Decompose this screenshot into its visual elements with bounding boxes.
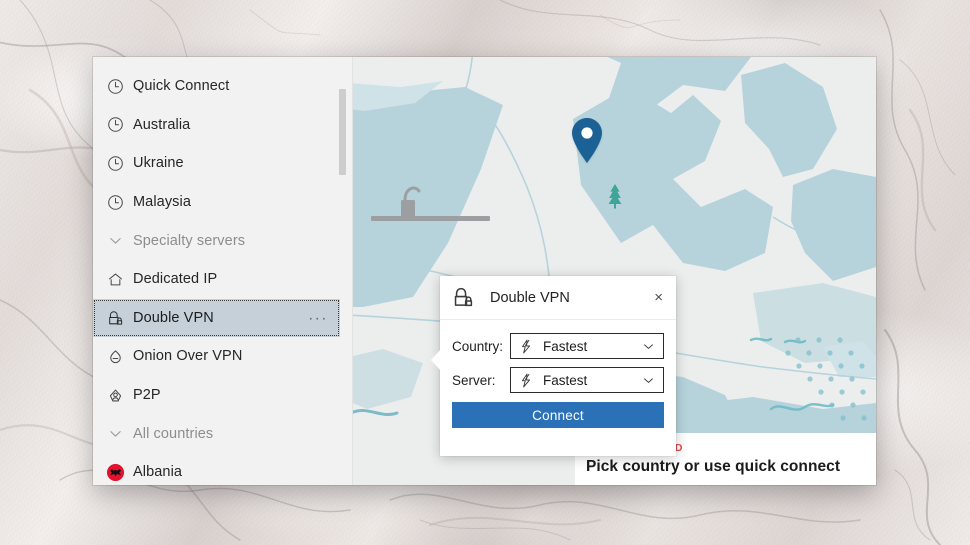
sidebar-item-double-vpn[interactable]: Double VPN ··· [93,298,340,338]
onion-icon [107,348,133,365]
sidebar-group-all-countries[interactable]: All countries [93,414,353,453]
sidebar-group-label: All countries [133,425,214,442]
sidebar-group-label: Specialty servers [133,232,246,249]
country-label: Country: [452,338,504,354]
home-icon [107,271,133,288]
double-lock-icon [452,285,477,310]
sidebar-item-ukraine[interactable]: Ukraine [93,144,353,183]
flag-albania-icon [107,463,133,481]
sidebar-item-more-button[interactable]: ··· [308,309,328,326]
sidebar-item-albania[interactable]: Albania [93,453,353,485]
sidebar-item-onion-over-vpn[interactable]: Onion Over VPN [93,337,353,376]
chevron-down-icon [107,232,133,249]
country-select[interactable]: Fastest [510,333,664,359]
dialog-pointer [431,349,441,371]
sidebar-group-specialty-servers[interactable]: Specialty servers [93,221,353,260]
sidebar-item-quick-connect[interactable]: Quick Connect [93,67,353,106]
status-headline: Pick country or use quick connect [586,458,841,475]
server-field-row: Server: Fastest [452,367,664,393]
clock-icon [107,78,133,95]
nordvpn-window: Quick Connect Australia Ukraine Malaysia… [93,57,876,485]
double-lock-icon [107,309,133,327]
map-pin-north[interactable] [567,115,607,167]
connect-button[interactable]: Connect [452,402,664,428]
sidebar-item-label: Dedicated IP [133,271,218,288]
clock-icon [107,116,133,133]
chevron-down-icon [641,373,656,388]
server-list: Quick Connect Australia Ukraine Malaysia… [93,57,353,485]
server-select[interactable]: Fastest [510,367,664,393]
sidebar-item-label: P2P [133,387,161,404]
sidebar-item-label: Onion Over VPN [133,348,243,365]
lightning-icon [519,339,534,354]
sidebar-item-label: Malaysia [133,194,192,211]
sidebar-item-label: Quick Connect [133,78,230,95]
double-vpn-dialog: Double VPN × Country: Fastest Server: Fa… [431,276,676,456]
server-label: Server: [452,372,496,388]
server-value: Fastest [543,372,588,388]
dialog-title: Double VPN [490,289,570,306]
sidebar-item-p2p[interactable]: P2P [93,376,353,415]
sidebar-item-label: Double VPN [133,309,214,326]
dialog-body: Country: Fastest Server: Fastest Connect [440,320,676,428]
clock-icon [107,194,133,211]
sidebar-item-label: Ukraine [133,155,184,172]
chevron-down-icon [641,339,656,354]
close-icon[interactable]: × [652,288,665,307]
country-field-row: Country: Fastest [452,333,664,359]
country-value: Fastest [543,338,588,354]
map-tree-1 [606,183,624,209]
sidebar-item-dedicated-ip[interactable]: Dedicated IP [93,260,353,299]
p2p-icon [107,387,133,404]
sidebar-scrollbar-track[interactable] [339,57,346,485]
sidebar-scrollbar-thumb[interactable] [339,89,346,175]
sidebar-item-label: Australia [133,116,191,133]
sidebar-item-malaysia[interactable]: Malaysia [93,183,353,222]
sidebar-item-australia[interactable]: Australia [93,106,353,145]
dialog-header: Double VPN × [440,276,676,320]
chevron-down-icon [107,425,133,442]
lightning-icon [519,373,534,388]
sidebar-item-label: Albania [133,464,183,481]
server-sidebar: Quick Connect Australia Ukraine Malaysia… [93,57,353,485]
desktop: Quick Connect Australia Ukraine Malaysia… [0,0,970,545]
clock-icon [107,155,133,172]
